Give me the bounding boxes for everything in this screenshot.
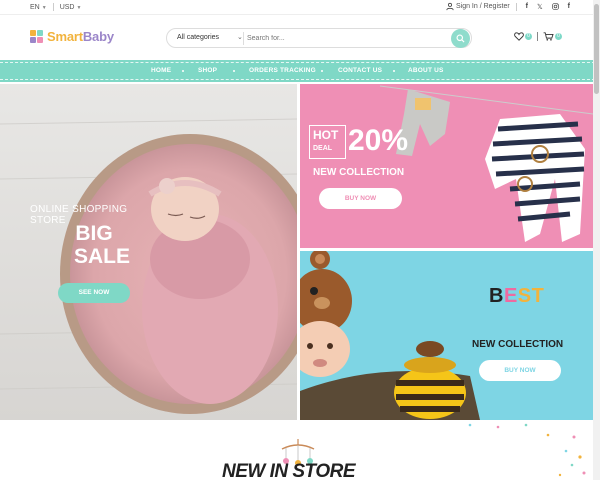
search-input[interactable]	[247, 31, 447, 46]
baby-sleeping-photo	[0, 84, 297, 420]
nav-dot	[321, 70, 323, 72]
logo-text: SmartBaby	[47, 29, 114, 44]
currency-selector[interactable]: USD ▼	[60, 4, 82, 11]
cart-icon[interactable]	[543, 32, 554, 41]
new-collection-label: NEW COLLECTION	[472, 339, 564, 350]
nav-dot	[233, 70, 235, 72]
top-bar: EN ▼ USD ▼ Sign In / Register f 𝕏 f	[0, 0, 600, 15]
facebook-icon[interactable]: f	[568, 3, 570, 10]
site-logo[interactable]: SmartBaby	[30, 29, 114, 44]
search-icon	[456, 34, 465, 43]
wishlist-count-badge: 0	[525, 33, 532, 40]
instagram-icon[interactable]	[551, 3, 559, 10]
nav-item-shop[interactable]: SHOP	[198, 67, 217, 74]
main-nav: HOME SHOP ORDERS TRACKING CONTACT US ABO…	[0, 60, 600, 82]
hot-label: HOT	[313, 128, 339, 142]
user-icon	[446, 2, 454, 11]
nav-item-contact-us[interactable]: CONTACT US	[338, 67, 382, 74]
cart-count-badge: 0	[555, 33, 562, 40]
logo-mark-icon	[30, 29, 44, 44]
new-collection-label: NEW COLLECTION	[313, 167, 405, 178]
see-now-button[interactable]: SEE NOW	[58, 283, 130, 303]
nav-item-home[interactable]: HOME	[151, 67, 171, 74]
currency-label: USD	[59, 3, 75, 11]
chevron-down-icon: ▼	[41, 4, 47, 11]
new-in-store-section: NEW IN STORE	[0, 421, 593, 480]
confetti-decoration	[468, 423, 586, 477]
best-collection-banner[interactable]: BEST NEW COLLECTION BUY NOW	[300, 251, 593, 420]
chevron-down-icon: ⌄	[237, 34, 243, 41]
scrollbar-thumb[interactable]	[594, 4, 599, 94]
hot-deal-banner[interactable]: HOT DEAL 20% NEW COLLECTION BUY NOW	[300, 84, 593, 248]
nav-item-about-us[interactable]: ABOUT US	[408, 67, 444, 74]
deal-label: DEAL	[313, 145, 333, 152]
search-bar: All categories ⌄	[166, 28, 472, 48]
section-title: NEW IN STORE	[222, 461, 356, 480]
search-button[interactable]	[451, 29, 470, 48]
divider	[243, 32, 244, 45]
nav-stitch	[0, 79, 600, 80]
buy-now-button[interactable]: BUY NOW	[319, 188, 402, 209]
baby-clothes-image	[379, 85, 593, 242]
nav-item-orders-tracking[interactable]: ORDERS TRACKING	[249, 67, 316, 74]
divider	[52, 3, 54, 11]
scrollbar[interactable]	[593, 0, 600, 480]
chevron-down-icon: ▼	[76, 4, 82, 11]
x-icon[interactable]: 𝕏	[537, 3, 543, 11]
nav-stitch	[0, 62, 600, 63]
divider	[537, 32, 538, 41]
divider	[515, 2, 517, 11]
baby-bear-hat-image	[300, 251, 480, 420]
hero-slider[interactable]: ONLINE SHOPPING STORE BIG SALE SEE NOW	[0, 84, 297, 420]
signin-register-link[interactable]: Sign In / Register	[456, 3, 510, 10]
facebook-icon[interactable]: f	[526, 3, 528, 10]
nav-dot	[182, 70, 184, 72]
best-label: BEST	[489, 285, 545, 307]
heart-icon[interactable]	[514, 32, 524, 41]
nav-dot	[393, 70, 395, 72]
header-actions: 0 0	[514, 32, 562, 41]
category-select[interactable]: All categories	[177, 34, 219, 41]
discount-percent: 20%	[348, 124, 409, 157]
language-label: EN	[30, 3, 40, 11]
buy-now-button[interactable]: BUY NOW	[479, 360, 561, 381]
language-selector[interactable]: EN ▼	[30, 4, 47, 11]
header: SmartBaby All categories ⌄ 0 0	[0, 16, 600, 60]
hero-title: BIG SALE	[74, 222, 131, 268]
